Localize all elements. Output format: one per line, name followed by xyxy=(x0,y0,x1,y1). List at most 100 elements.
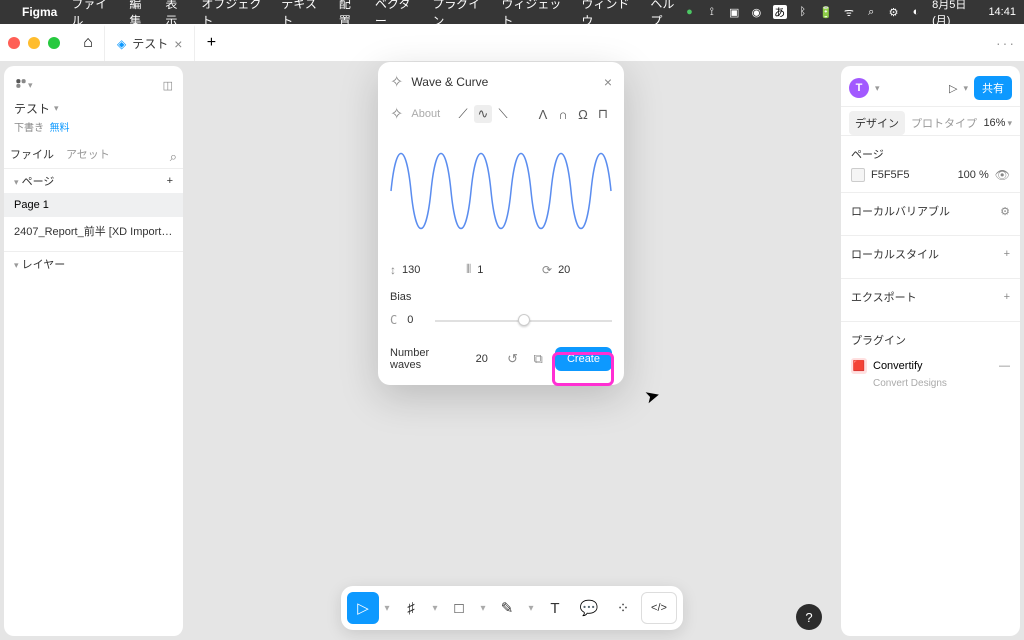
pages-section-header[interactable]: ▾ ページ + xyxy=(4,169,183,193)
shape-arc[interactable]: ⟍ xyxy=(494,105,512,123)
wave-params: ↕130 ⦀1 ⟳20 xyxy=(378,256,624,283)
share-button[interactable]: 共有 xyxy=(974,76,1012,100)
plus-icon: + xyxy=(207,34,216,52)
search-icon[interactable]: ⌕ xyxy=(865,5,877,19)
plugin-name: Convertify xyxy=(873,360,923,372)
close-icon[interactable]: × xyxy=(604,74,612,90)
move-tool[interactable]: ▷ xyxy=(347,592,379,624)
export-section[interactable]: エクスポート+ xyxy=(841,279,1020,322)
add-page-icon[interactable]: + xyxy=(167,175,173,187)
chevron-down-icon[interactable]: ▾ xyxy=(875,83,880,94)
help-button[interactable]: ? xyxy=(796,604,822,630)
local-styles-section[interactable]: ローカルスタイル+ xyxy=(841,236,1020,279)
close-tab-icon[interactable]: × xyxy=(174,36,182,52)
plugin-menu-icon[interactable]: ✧ xyxy=(390,104,403,124)
style-square[interactable]: ⊓ xyxy=(594,105,612,123)
maximize-window[interactable] xyxy=(48,37,60,49)
project-name[interactable]: テスト▾ xyxy=(4,100,183,119)
panel-toggle-icon[interactable]: ◫ xyxy=(163,79,173,92)
siri-icon[interactable]: ◐ xyxy=(910,5,922,19)
frame-item[interactable]: 2407_Report_前半 [XD Import] (30-Ju... xyxy=(4,217,183,245)
control-center-icon[interactable]: ⚙ xyxy=(887,5,899,19)
page-item[interactable]: Page 1 xyxy=(4,193,183,217)
search-icon[interactable]: ⌕ xyxy=(170,149,177,165)
pen-tool[interactable]: ✎ xyxy=(491,592,523,624)
wave-style-group: Ʌ ∩ Ω ⊓ xyxy=(534,105,612,123)
record-icon[interactable]: ◉ xyxy=(750,5,762,19)
rectangle-tool[interactable]: □ xyxy=(443,592,475,624)
visibility-icon[interactable]: 👁 xyxy=(995,168,1010,182)
slider-thumb[interactable] xyxy=(518,314,530,326)
color-hex[interactable]: F5F5F5 xyxy=(871,169,952,181)
amplitude-icon: ⟳ xyxy=(542,263,552,277)
home-button[interactable]: ⌂ xyxy=(72,27,104,59)
add-icon[interactable]: + xyxy=(1004,291,1010,303)
shape-sine[interactable]: ∿ xyxy=(474,105,492,123)
tab-file[interactable]: ファイル xyxy=(10,146,54,168)
frame-tool[interactable]: ♯ xyxy=(395,592,427,624)
box-icon[interactable]: ▣ xyxy=(728,5,740,19)
comment-tool[interactable]: 💬 xyxy=(573,592,605,624)
cursor-icon: ➤ xyxy=(643,384,663,408)
bluetooth-icon[interactable]: ᛒ xyxy=(797,5,809,19)
minimize-window[interactable] xyxy=(28,37,40,49)
create-button[interactable]: Create xyxy=(555,347,612,371)
add-icon[interactable]: + xyxy=(1004,248,1010,260)
bias-slider[interactable] xyxy=(435,311,612,329)
style-round[interactable]: ∩ xyxy=(554,105,572,123)
bias-c-label: C xyxy=(390,313,397,327)
window-controls[interactable] xyxy=(8,37,60,49)
page-label: ページ xyxy=(851,146,884,162)
style-sharp[interactable]: Ʌ xyxy=(534,105,552,123)
color-opacity[interactable]: 100 % xyxy=(958,169,989,181)
chevron-down-icon[interactable]: ▾ xyxy=(28,80,33,91)
tab-assets[interactable]: アセット xyxy=(66,146,110,168)
shape-line[interactable]: ⟋ xyxy=(454,105,472,123)
canvas[interactable]: ✧ Wave & Curve × ✧ About ⟋ ∿ ⟍ Ʌ ∩ Ω ⊓ xyxy=(188,62,836,640)
plan-badge[interactable]: 無料 xyxy=(50,123,70,134)
chevron-down-icon[interactable]: ▾ xyxy=(963,83,968,94)
local-variables-section[interactable]: ローカルバリアブル⚙ xyxy=(841,193,1020,236)
plugin-section: プラグイン 🟥 Convertify — Convert Designs xyxy=(841,322,1020,399)
number-waves-value[interactable]: 20 xyxy=(476,353,488,365)
background-color-row[interactable]: F5F5F5 100 % 👁 xyxy=(851,168,1010,182)
wave-shape-group: ⟋ ∿ ⟍ xyxy=(454,105,512,123)
plugin-logo-icon: ✧ xyxy=(390,72,403,92)
page-section: ページ F5F5F5 100 % 👁 xyxy=(841,136,1020,193)
tool-sep: ▾ xyxy=(381,592,393,624)
style-loop[interactable]: Ω xyxy=(574,105,592,123)
line-icon[interactable]: ● xyxy=(683,5,695,19)
count-icon: ⦀ xyxy=(466,262,471,277)
tab-prototype[interactable]: プロトタイプ xyxy=(905,111,983,135)
zoom-control[interactable]: 16%▾ xyxy=(983,117,1012,129)
app-name[interactable]: Figma xyxy=(22,5,57,19)
param-length[interactable]: ↕130 xyxy=(390,262,460,277)
settings-icon[interactable]: ⚙ xyxy=(1000,205,1010,218)
param-amplitude[interactable]: ⟳20 xyxy=(542,262,612,277)
tab-design[interactable]: デザイン xyxy=(849,111,905,135)
file-tab[interactable]: ◈ テスト × xyxy=(104,25,195,61)
new-tab-button[interactable]: + xyxy=(195,27,227,59)
play-icon[interactable]: ▷ xyxy=(949,82,957,95)
reset-icon[interactable]: ↺ xyxy=(504,351,522,367)
avatar[interactable]: T xyxy=(849,78,869,98)
length-icon: ↕ xyxy=(390,263,396,277)
close-window[interactable] xyxy=(8,37,20,49)
text-tool[interactable]: T xyxy=(539,592,571,624)
overflow-menu[interactable]: ··· xyxy=(996,35,1016,51)
ime-icon[interactable]: あ xyxy=(773,5,787,19)
tray-icon[interactable]: ⟟ xyxy=(706,5,718,19)
actions-tool[interactable]: ⁘ xyxy=(607,592,639,624)
color-swatch[interactable] xyxy=(851,168,865,182)
figma-logo-icon[interactable] xyxy=(14,78,28,92)
copy-icon[interactable]: ⧉ xyxy=(529,351,547,367)
about-link[interactable]: About xyxy=(411,108,446,120)
layers-section-header[interactable]: ▾ レイヤー xyxy=(4,252,183,276)
menubar-time[interactable]: 14:41 xyxy=(988,6,1016,18)
param-count[interactable]: ⦀1 xyxy=(466,262,536,277)
plugin-list-item[interactable]: 🟥 Convertify — xyxy=(851,354,1010,378)
dev-mode-tool[interactable]: </> xyxy=(641,592,677,624)
remove-plugin-icon[interactable]: — xyxy=(999,360,1010,372)
wifi-icon[interactable]: ᯤ xyxy=(843,5,855,19)
battery-icon[interactable]: 🔋 xyxy=(819,5,833,19)
